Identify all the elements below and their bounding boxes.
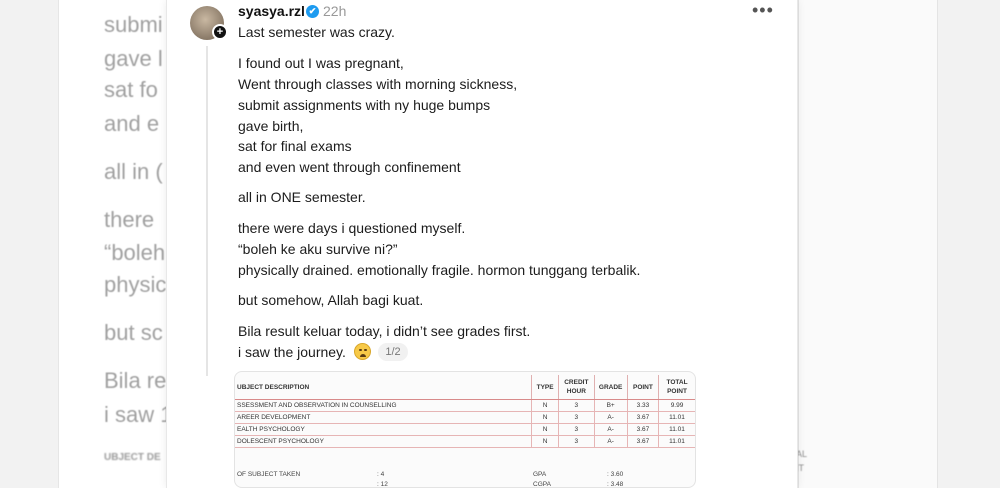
table-cell: N <box>531 411 559 424</box>
table-cell: A- <box>593 435 628 448</box>
background-line: all in ( <box>104 159 163 184</box>
background-line: gave l <box>104 46 163 71</box>
table-cell: 3 <box>558 411 595 424</box>
column-header: GRADE <box>593 375 628 400</box>
background-right-panel <box>798 0 938 488</box>
table-header-row: UBJECT DESCRIPTION TYPE CREDIT HOUR GRAD… <box>235 375 695 400</box>
background-line: “boleh <box>104 240 166 265</box>
post-text-line: but somehow, Allah bagi kuat. <box>238 292 424 308</box>
background-line: and e <box>104 111 160 136</box>
post-text-line: Bila result keluar today, i didn’t see g… <box>238 323 531 339</box>
result-table: UBJECT DESCRIPTION TYPE CREDIT HOUR GRAD… <box>235 375 695 448</box>
post-text-line: i saw the journey. <box>238 344 346 360</box>
background-table-header: UBJECT DE <box>104 452 161 463</box>
thread-line <box>206 46 208 376</box>
background-line: there <box>104 207 155 232</box>
credit-total-value: : 12 <box>377 481 388 488</box>
username[interactable]: syasya.rzl <box>238 3 305 19</box>
table-cell: 11.01 <box>658 411 695 424</box>
table-cell: SSESSMENT AND OBSERVATION IN COUNSELLING <box>235 399 532 412</box>
table-cell: N <box>531 435 559 448</box>
image-pager: 1/2 <box>378 343 408 361</box>
post-text-line: Last semester was crazy. <box>238 24 395 40</box>
background-line: submi <box>104 12 163 37</box>
column-header: TOTAL POINT <box>658 375 695 400</box>
verified-badge-icon: ✔ <box>306 5 319 18</box>
table-cell: A- <box>593 411 628 424</box>
gpa-label: GPA <box>533 471 547 478</box>
table-cell: EALTH PSYCHOLOGY <box>235 423 532 436</box>
table-cell: 3 <box>558 399 595 412</box>
table-cell: 9.99 <box>658 399 695 412</box>
table-cell: 11.01 <box>658 435 695 448</box>
table-cell: 3 <box>558 423 595 436</box>
post-timestamp[interactable]: 22h <box>323 3 346 19</box>
crying-face-icon <box>354 343 371 360</box>
post-text-line: physically drained. emotionally fragile.… <box>238 262 641 278</box>
table-cell: 3.67 <box>626 411 659 424</box>
table-cell: 3.33 <box>626 399 659 412</box>
result-slip-image[interactable]: UBJECT DESCRIPTION TYPE CREDIT HOUR GRAD… <box>234 371 696 488</box>
follow-plus-icon[interactable]: + <box>212 24 228 40</box>
background-line: sat fo <box>104 77 158 102</box>
post-text-line: submit assignments with ny huge bumps <box>238 97 491 113</box>
post-text-line: sat for final exams <box>238 138 352 154</box>
table-row: SSESSMENT AND OBSERVATION IN COUNSELLING… <box>235 399 695 412</box>
subjects-taken-label: OF SUBJECT TAKEN <box>237 471 301 478</box>
cgpa-value: : 3.48 <box>607 481 624 488</box>
column-header: UBJECT DESCRIPTION <box>235 375 532 400</box>
column-header: TYPE <box>531 375 559 400</box>
table-cell: 3.67 <box>626 435 659 448</box>
table-row: DOLESCENT PSYCHOLOGY N 3 A- 3.67 11.01 <box>235 435 695 448</box>
table-cell: B+ <box>593 399 628 412</box>
column-header: POINT <box>626 375 659 400</box>
table-cell: 3.67 <box>626 423 659 436</box>
post-text-line: Went through classes with morning sickne… <box>238 76 518 92</box>
post-text-line: gave birth, <box>238 118 304 134</box>
table-row: EALTH PSYCHOLOGY N 3 A- 3.67 11.01 <box>235 423 695 436</box>
table-row: AREER DEVELOPMENT N 3 A- 3.67 11.01 <box>235 411 695 424</box>
background-line: Bila re <box>104 368 167 393</box>
post-text-line: “boleh ke aku survive ni?” <box>238 241 398 257</box>
table-cell: 3 <box>558 435 595 448</box>
post-text-line: I found out I was pregnant, <box>238 55 404 71</box>
cgpa-label: CGPA <box>533 481 551 488</box>
table-cell: A- <box>593 423 628 436</box>
gpa-value: : 3.60 <box>607 471 624 478</box>
post-text-line: and even went through confinement <box>238 159 461 175</box>
table-cell: N <box>531 423 559 436</box>
more-options-icon[interactable]: ••• <box>752 0 774 21</box>
screenshot: submi gave l sat fo and e all in ( there… <box>0 0 1000 488</box>
table-cell: AREER DEVELOPMENT <box>235 411 532 424</box>
post-text-line: all in ONE semester. <box>238 189 366 205</box>
table-cell: N <box>531 399 559 412</box>
background-line: physic <box>104 272 167 297</box>
column-header: CREDIT HOUR <box>558 375 595 400</box>
background-line: but sc <box>104 320 163 345</box>
background-line: i saw 1 <box>104 402 173 427</box>
table-cell: 11.01 <box>658 423 695 436</box>
post-text-line: there were days i questioned myself. <box>238 220 466 236</box>
table-cell: DOLESCENT PSYCHOLOGY <box>235 435 532 448</box>
subjects-taken-value: : 4 <box>377 471 385 478</box>
